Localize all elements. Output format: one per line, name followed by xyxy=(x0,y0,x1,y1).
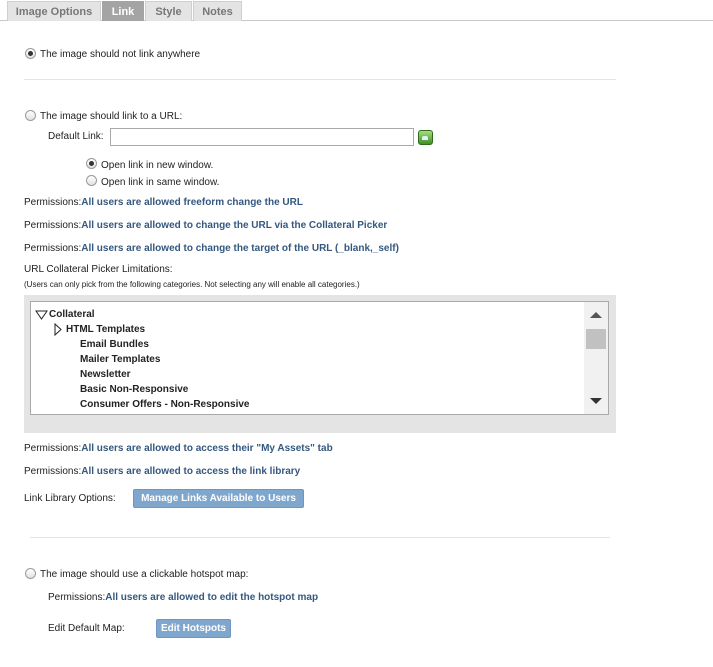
tree-item-mailer-templates[interactable]: Mailer Templates xyxy=(80,354,160,365)
open-same-window-label: Open link in same window. xyxy=(101,177,220,188)
picker-limitations-title: URL Collateral Picker Limitations: xyxy=(24,264,173,275)
permission-prefix: Permissions: xyxy=(24,220,82,231)
tree-item-newsletter[interactable]: Newsletter xyxy=(80,369,131,380)
default-link-label: Default Link: xyxy=(48,131,104,142)
divider xyxy=(24,79,616,80)
permission-hotspot: Permissions:All users are allowed to edi… xyxy=(48,592,318,603)
green-picker-icon[interactable] xyxy=(418,130,433,145)
manage-links-button[interactable]: Manage Links Available to Users xyxy=(133,489,304,508)
tab-link[interactable]: Link xyxy=(102,1,144,21)
tab-notes[interactable]: Notes xyxy=(193,1,242,21)
tab-style[interactable]: Style xyxy=(145,1,192,21)
scroll-thumb[interactable] xyxy=(586,329,606,349)
tree-item-email-bundles[interactable]: Email Bundles xyxy=(80,339,149,350)
divider xyxy=(30,537,610,538)
permission-my-assets-value[interactable]: All users are allowed to access their "M… xyxy=(81,443,332,454)
tree-item-html-templates[interactable]: HTML Templates xyxy=(66,324,145,335)
edit-hotspots-button[interactable]: Edit Hotspots xyxy=(156,619,231,638)
permission-my-assets: Permissions:All users are allowed to acc… xyxy=(24,443,333,454)
permission-hotspot-value[interactable]: All users are allowed to edit the hotspo… xyxy=(105,592,318,603)
hotspot-radio[interactable] xyxy=(25,568,36,579)
tree-expanded-triangle-icon[interactable] xyxy=(35,310,48,320)
permission-prefix: Permissions: xyxy=(48,592,106,603)
permission-prefix: Permissions: xyxy=(24,197,82,208)
no-link-label: The image should not link anywhere xyxy=(40,49,201,60)
permission-freeform-value[interactable]: All users are allowed freeform change th… xyxy=(81,197,303,208)
hotspot-label: The image should use a clickable hotspot… xyxy=(40,569,249,580)
permission-freeform: Permissions:All users are allowed freefo… xyxy=(24,197,303,208)
tree-collapsed-triangle-icon[interactable] xyxy=(54,323,62,336)
tree-item-basic-non-responsive[interactable]: Basic Non-Responsive xyxy=(80,384,188,395)
tree-item-collateral[interactable]: Collateral xyxy=(49,309,95,320)
open-new-window-label: Open link in new window. xyxy=(101,160,214,171)
scroll-up-arrow-icon[interactable] xyxy=(590,312,602,318)
edit-default-map-label: Edit Default Map: xyxy=(48,623,125,634)
permission-prefix: Permissions: xyxy=(24,466,82,477)
permission-prefix: Permissions: xyxy=(24,243,82,254)
open-same-window-radio[interactable] xyxy=(86,175,97,186)
permission-target: Permissions:All users are allowed to cha… xyxy=(24,243,399,254)
tab-image-options[interactable]: Image Options xyxy=(7,1,101,21)
link-library-options-label: Link Library Options: xyxy=(24,493,116,504)
no-link-radio[interactable] xyxy=(25,48,36,59)
permission-link-library: Permissions:All users are allowed to acc… xyxy=(24,466,300,477)
url-link-radio[interactable] xyxy=(25,110,36,121)
picker-panel: Collateral HTML Templates Email Bundles … xyxy=(24,295,616,433)
default-link-input[interactable] xyxy=(110,128,414,146)
url-link-label: The image should link to a URL: xyxy=(40,111,183,122)
scroll-down-arrow-icon[interactable] xyxy=(590,398,602,404)
permission-collateral-picker-value[interactable]: All users are allowed to change the URL … xyxy=(81,220,387,231)
picker-limitations-note: (Users can only pick from the following … xyxy=(24,280,360,289)
tree-item-consumer-offers[interactable]: Consumer Offers - Non-Responsive xyxy=(80,399,249,410)
permission-prefix: Permissions: xyxy=(24,443,82,454)
category-tree[interactable]: Collateral HTML Templates Email Bundles … xyxy=(30,301,609,415)
tab-bar: Image Options Link Style Notes xyxy=(0,0,713,21)
permission-collateral-picker: Permissions:All users are allowed to cha… xyxy=(24,220,387,231)
permission-link-library-value[interactable]: All users are allowed to access the link… xyxy=(81,466,300,477)
permission-target-value[interactable]: All users are allowed to change the targ… xyxy=(81,243,399,254)
open-new-window-radio[interactable] xyxy=(86,158,97,169)
tree-scrollbar[interactable] xyxy=(584,302,608,414)
